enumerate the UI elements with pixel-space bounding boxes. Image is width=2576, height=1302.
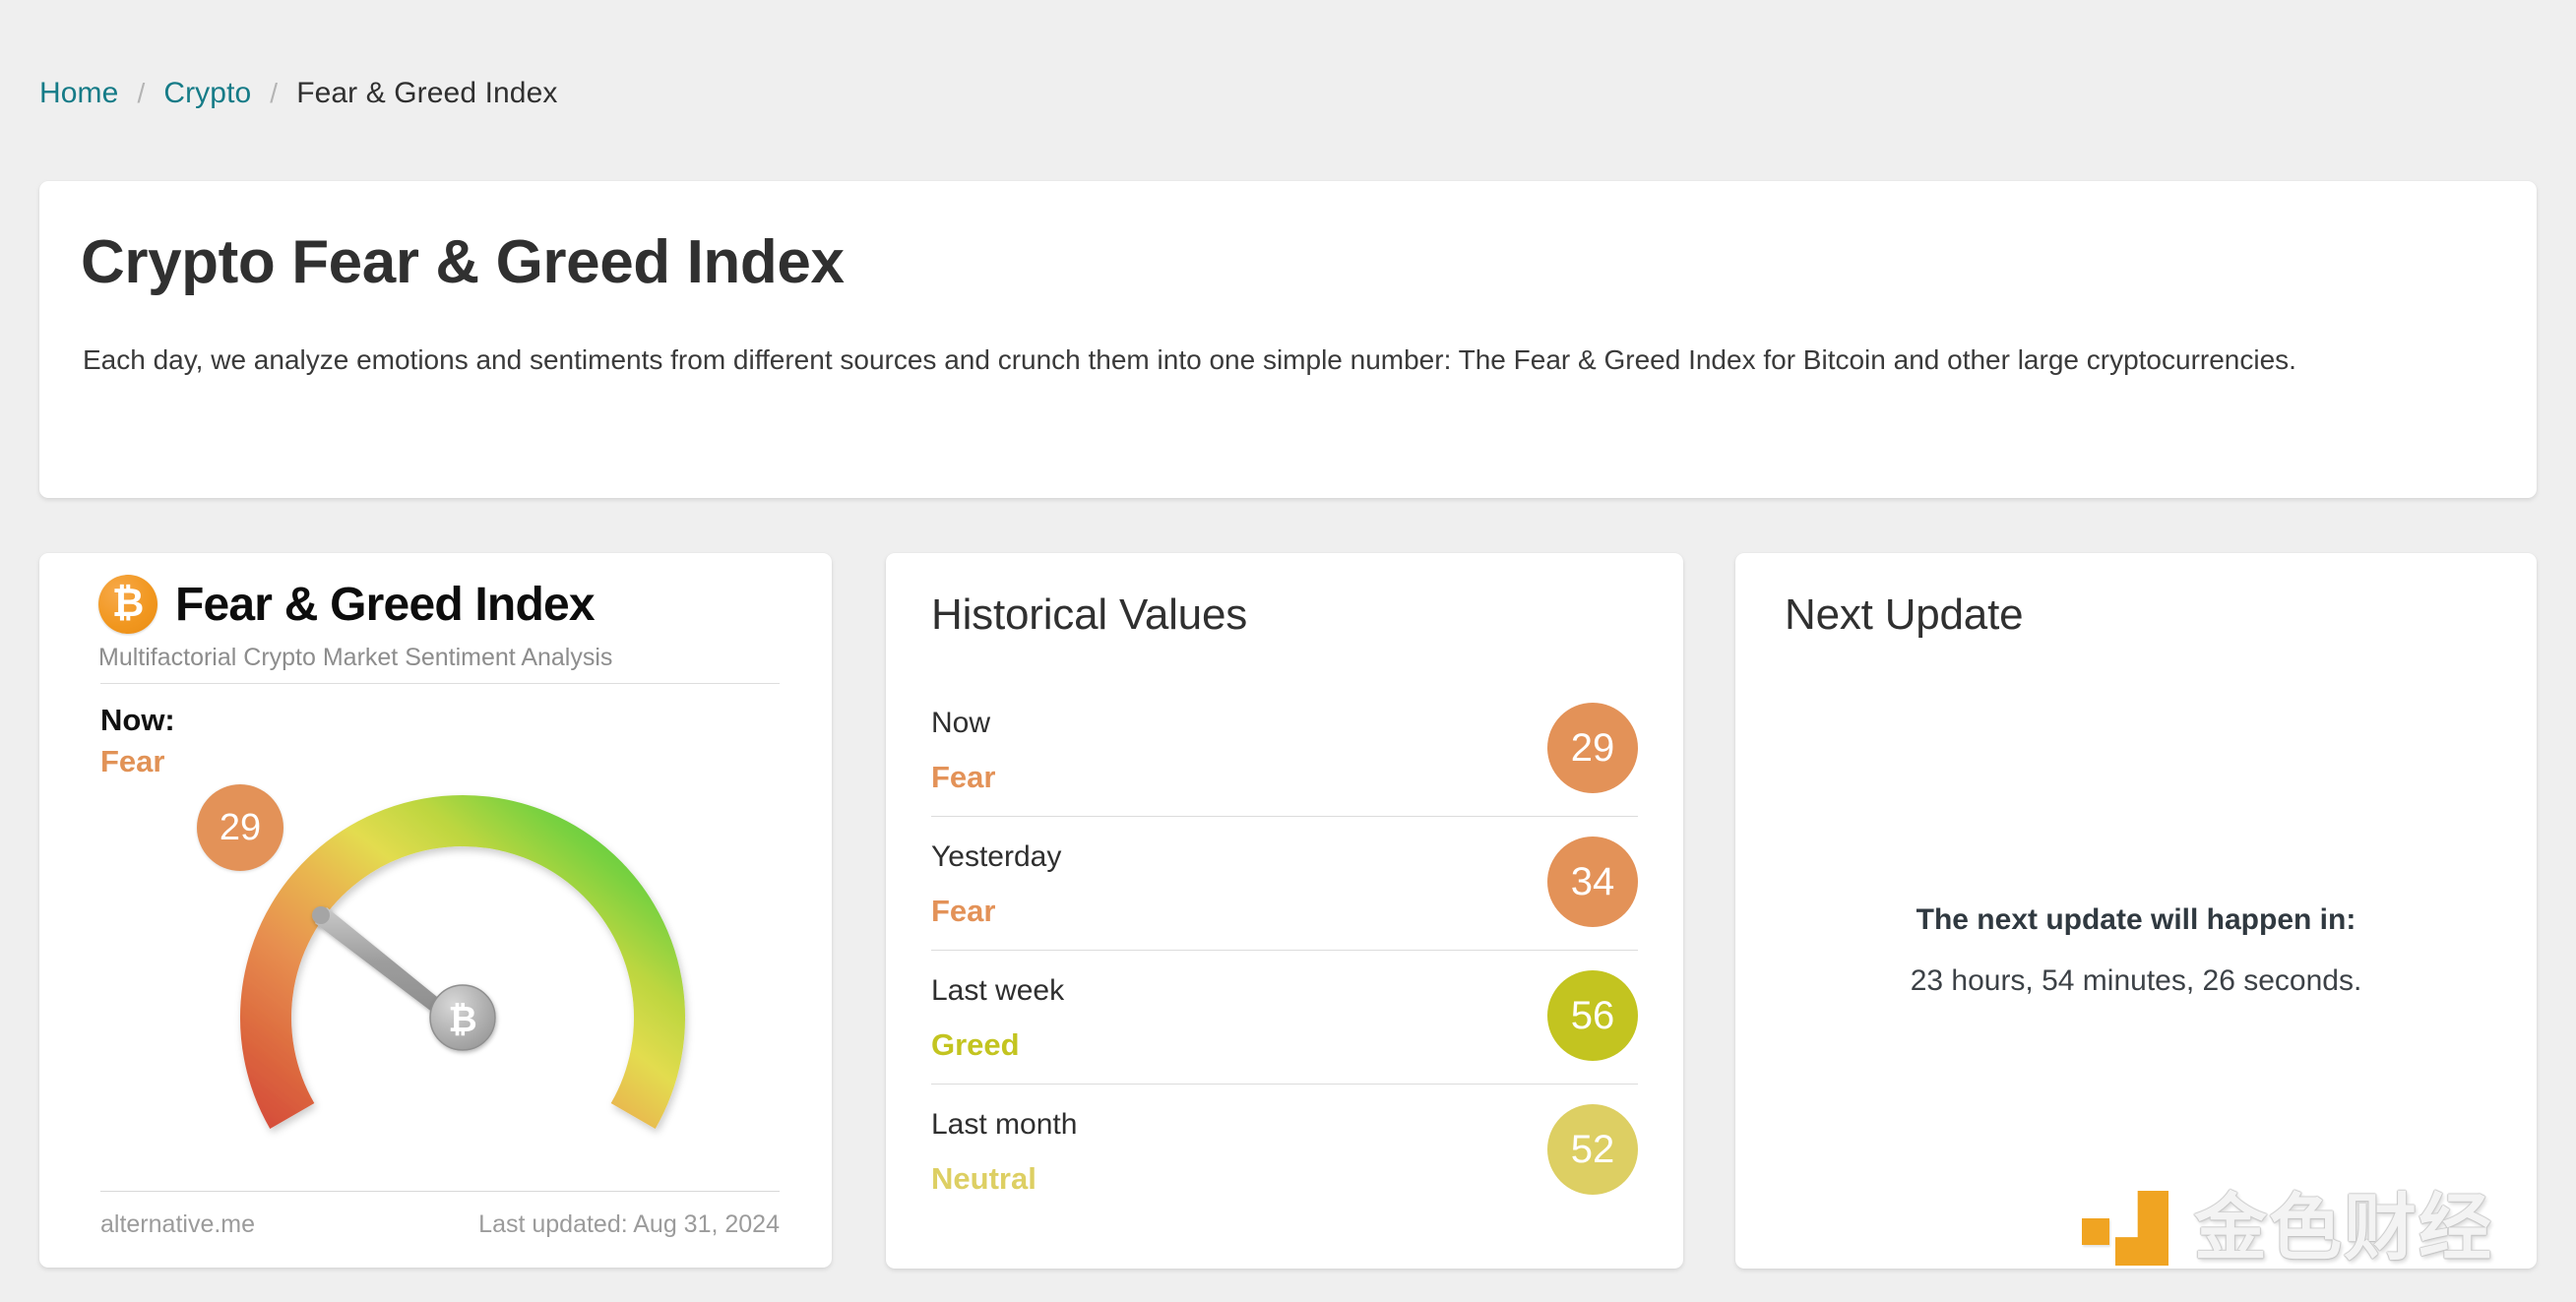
sentiment-label: Fear: [931, 894, 996, 928]
sentiment-label: Fear: [931, 760, 996, 794]
gauge-card-footer: alternative.me Last updated: Aug 31, 202…: [100, 1210, 780, 1239]
breadcrumb-separator: /: [270, 78, 279, 108]
next-update-countdown: 23 hours, 54 minutes, 26 seconds.: [1910, 964, 2362, 997]
breadcrumb-item-home[interactable]: Home: [39, 77, 118, 110]
hub-bitcoin-icon: ₿: [448, 1000, 476, 1040]
watermark: 金色财经: [2082, 1189, 2493, 1268]
breadcrumb-item-current: Fear & Greed Index: [296, 77, 558, 109]
list-item: Last month Neutral 52: [931, 1085, 1638, 1218]
logo-block-l: [2115, 1191, 2168, 1266]
now-label: Now:: [100, 703, 175, 737]
breadcrumb-separator: /: [137, 78, 146, 108]
gauge-card-subtitle: Multifactorial Crypto Market Sentiment A…: [98, 644, 613, 671]
value-badge: 29: [1547, 703, 1638, 793]
list-item: Now Fear 29: [931, 683, 1638, 817]
page-title: Crypto Fear & Greed Index: [81, 228, 845, 296]
list-item: Yesterday Fear 34: [931, 817, 1638, 951]
last-updated-label: Last updated: Aug 31, 2024: [478, 1210, 780, 1238]
breadcrumb-item-crypto[interactable]: Crypto: [163, 77, 251, 110]
source-label[interactable]: alternative.me: [100, 1210, 255, 1239]
watermark-text: 金色财经: [2194, 1186, 2493, 1271]
period-label: Yesterday: [931, 840, 1062, 873]
bitcoin-icon: ₿: [98, 575, 157, 634]
page-description: Each day, we analyze emotions and sentim…: [83, 344, 2296, 375]
next-update-message: The next update will happen in:: [1916, 903, 2356, 936]
period-label: Last week: [931, 974, 1065, 1007]
gauge-chart: ₿ 29: [39, 750, 832, 1173]
gauge-hub: ₿: [429, 984, 496, 1051]
logo-square-small: [2082, 1218, 2109, 1245]
fear-greed-gauge-card: ₿ Fear & Greed Index Multifactorial Cryp…: [39, 553, 832, 1268]
gauge-svg: ₿: [240, 795, 685, 1129]
historical-values-heading: Historical Values: [931, 590, 1248, 639]
breadcrumb: Home / Crypto / Fear & Greed Index: [39, 77, 557, 110]
historical-values-list: Now Fear 29 Yesterday Fear 34 Last week …: [931, 683, 1638, 1218]
historical-values-card: Historical Values Now Fear 29 Yesterday …: [886, 553, 1683, 1269]
jinse-logo-icon: [2082, 1189, 2168, 1268]
gauge-value-badge: 29: [197, 784, 283, 871]
gauge-arc: [240, 795, 685, 1129]
sentiment-label: Neutral: [931, 1161, 1037, 1196]
period-label: Last month: [931, 1108, 1078, 1141]
next-update-heading: Next Update: [1785, 590, 2024, 639]
period-label: Now: [931, 707, 991, 739]
value-badge: 56: [1547, 970, 1638, 1061]
divider-top: [100, 683, 780, 684]
sentiment-label: Greed: [931, 1027, 1020, 1062]
list-item: Last week Greed 56: [931, 951, 1638, 1085]
gauge-card-header: ₿ Fear & Greed Index: [98, 575, 596, 634]
gauge-card-title: Fear & Greed Index: [175, 578, 596, 631]
next-update-card: Next Update The next update will happen …: [1735, 553, 2537, 1269]
intro-card: Crypto Fear & Greed Index Each day, we a…: [39, 181, 2537, 498]
divider-bottom: [100, 1191, 780, 1192]
value-badge: 34: [1547, 837, 1638, 927]
value-badge: 52: [1547, 1104, 1638, 1195]
